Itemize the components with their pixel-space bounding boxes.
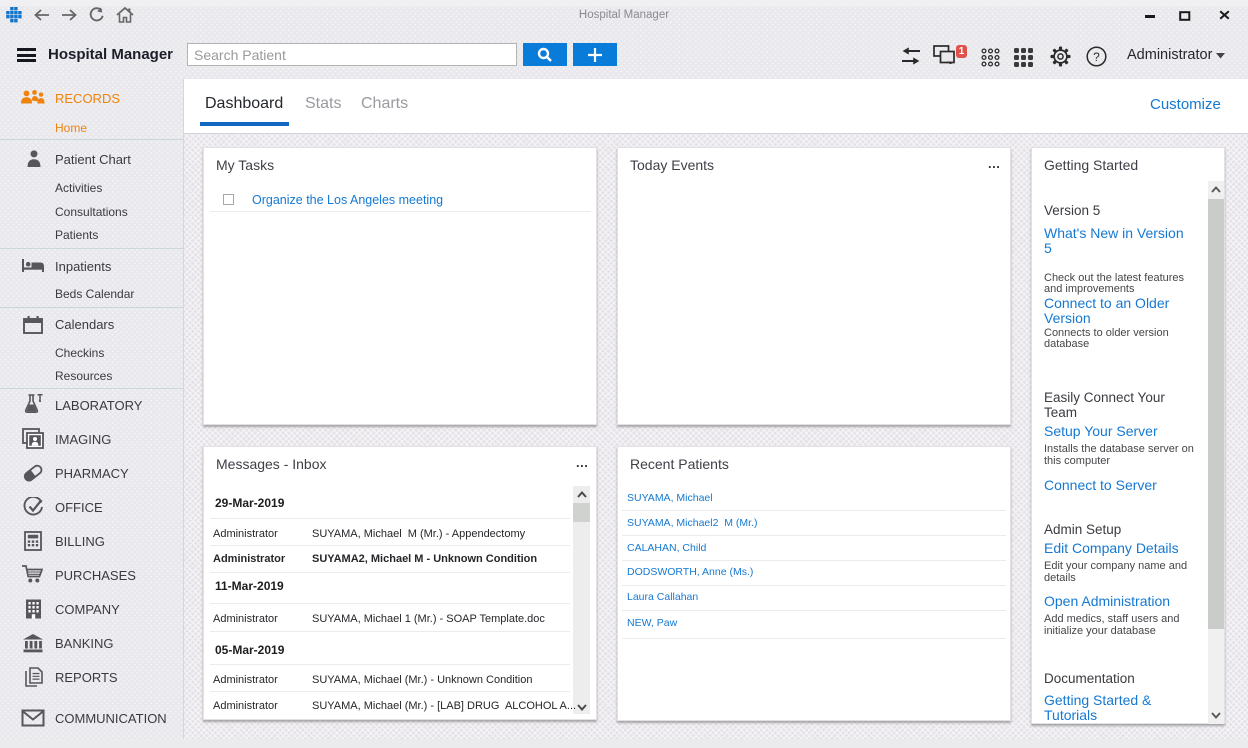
svg-text:?: ? xyxy=(1093,50,1100,64)
